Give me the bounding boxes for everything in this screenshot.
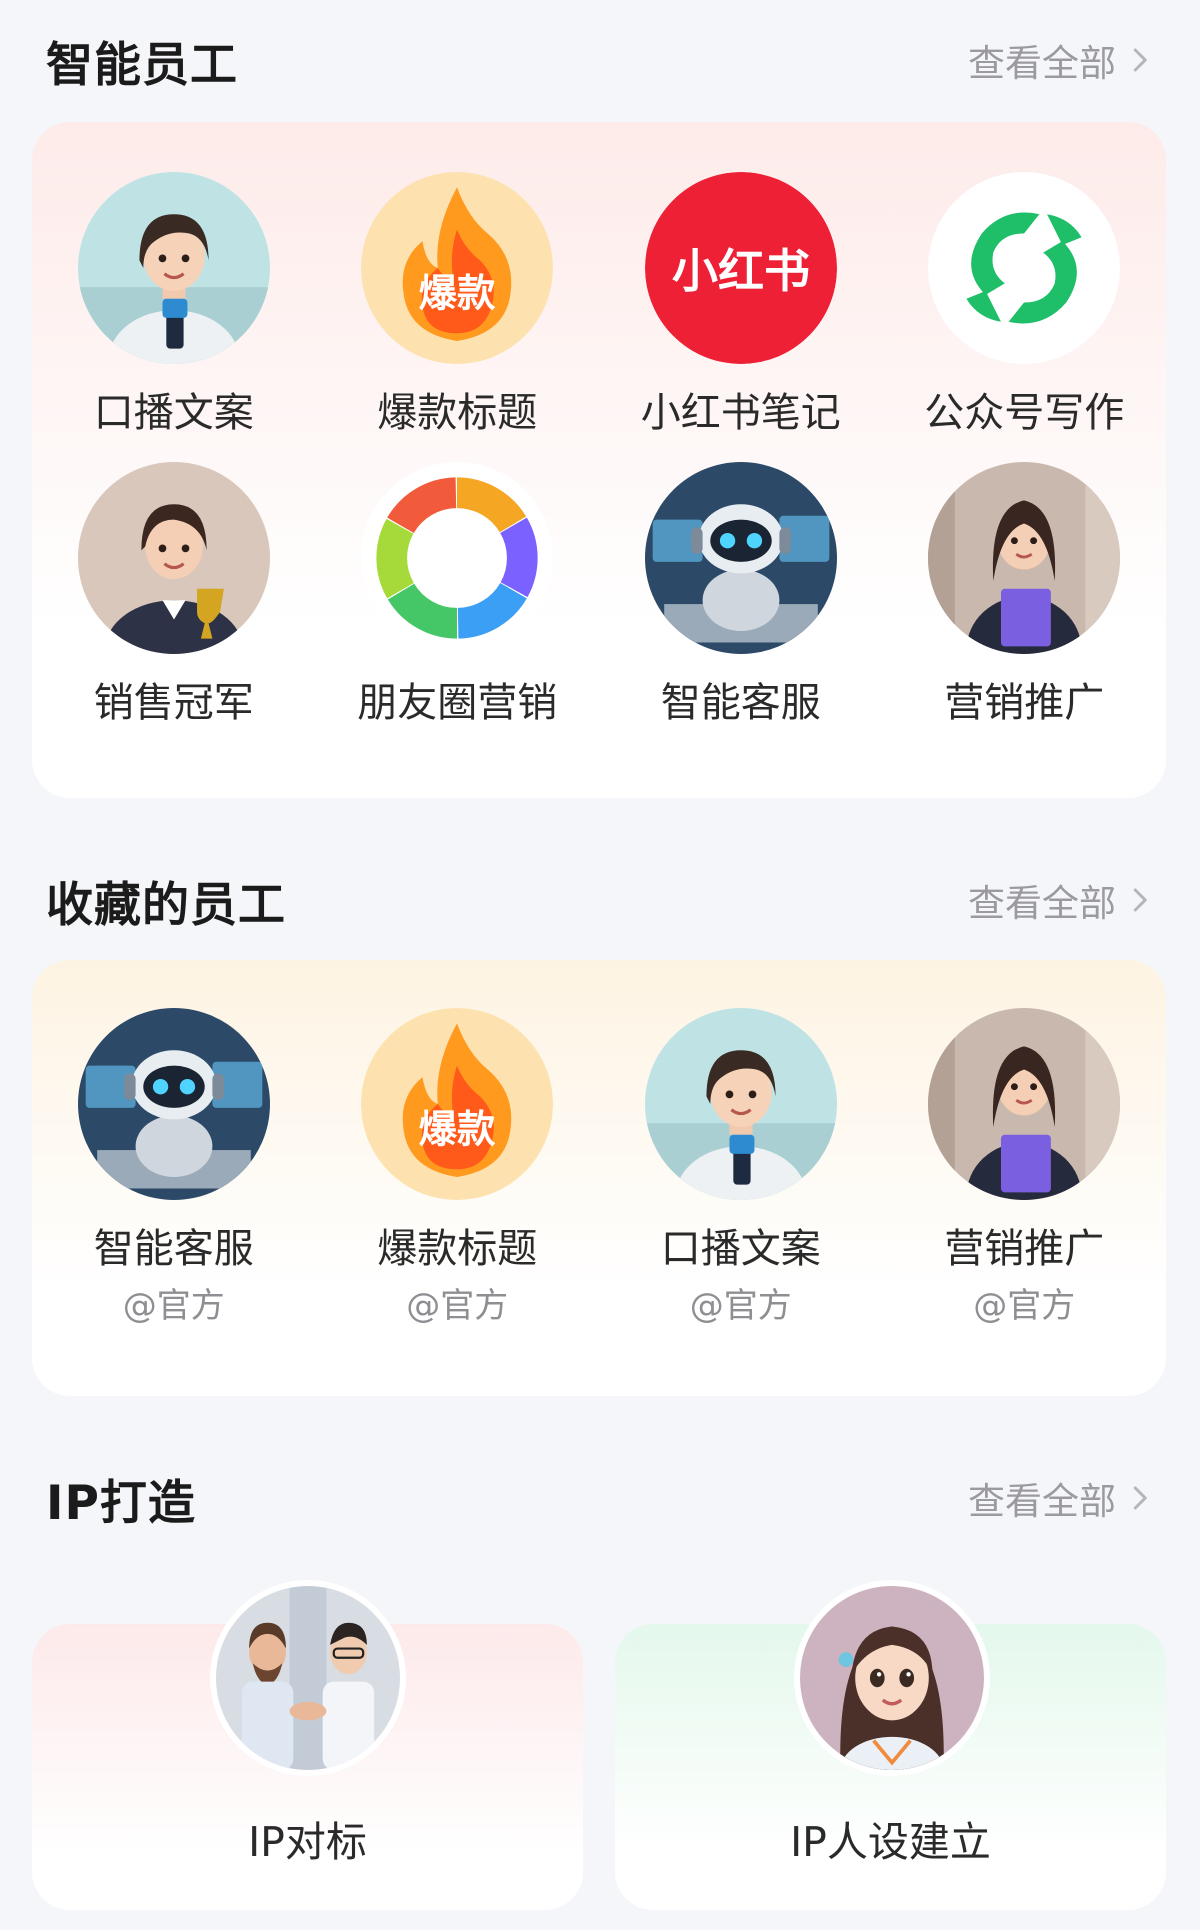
ip-label-benchmark: IP对标 [248,1818,367,1866]
tile-label: 智能客服 [93,1226,254,1272]
fire-badge-icon: 爆款 [361,1008,554,1200]
section-header-ip: IP打造 查看全部 [46,1466,1154,1531]
tile-label: 朋友圈营销 [357,680,558,726]
employee-tile-wechat-writing[interactable]: 公众号写作 [883,172,1167,438]
tile-label: 爆款标题 [377,390,538,436]
employees-grid-row-2: 销售冠军 朋友圈营销 智能客服 营销推广 [32,462,1166,728]
ip-label-persona: IP人设建立 [790,1818,991,1866]
employees-card: 口播文案 爆款 爆款标题 小红书 小红书笔记 公众号写作 销售冠军 朋友圈营销 … [32,122,1166,798]
favorite-tile-smart-support[interactable]: 智能客服 @官方 [32,1008,316,1327]
section-header-favorites: 收藏的员工 查看全部 [46,868,1154,933]
favorite-tile-marketing-promo[interactable]: 营销推广 @官方 [883,1008,1167,1327]
employee-tile-sales-champion[interactable]: 销售冠军 [32,462,316,728]
employee-tile-xiaohongshu[interactable]: 小红书 小红书笔记 [599,172,883,438]
view-all-label: 查看全部 [968,42,1116,85]
tile-label: 小红书笔记 [640,390,841,436]
fire-badge-text: 爆款 [419,271,496,316]
wechat-official-account-logo [928,172,1121,364]
tile-label: 营销推广 [944,1226,1105,1272]
robot-avatar [644,462,837,654]
tile-label: 口播文案 [660,1226,821,1272]
view-all-favorites-link[interactable]: 查看全部 [968,873,1154,927]
employees-grid-row-1: 口播文案 爆款 爆款标题 小红书 小红书笔记 公众号写作 [32,172,1166,438]
handshake-avatar [210,1580,406,1776]
view-all-label: 查看全部 [968,882,1116,925]
chevron-right-icon [1133,48,1147,72]
robot-avatar [77,1008,270,1200]
tile-label: 公众号写作 [924,390,1125,436]
employee-tile-smart-support[interactable]: 智能客服 [599,462,883,728]
chevron-right-icon [1133,1486,1147,1510]
moments-ring-icon [361,462,554,654]
view-all-ip-link[interactable]: 查看全部 [968,1471,1154,1525]
broadcaster-avatar [77,172,270,364]
favorites-card: 智能客服 @官方 爆款 爆款标题 @官方 口播文案 @官方 营销推广 @官方 [32,960,1166,1396]
fire-badge-text: 爆款 [419,1107,496,1152]
tile-owner: @官方 [122,1286,225,1326]
sales-champion-avatar [77,462,270,654]
marketer-avatar [928,1008,1121,1200]
favorite-tile-broadcast-copy[interactable]: 口播文案 @官方 [599,1008,883,1327]
section-title-employees: 智能员工 [46,37,238,93]
tile-owner: @官方 [406,1286,509,1326]
employee-tile-hot-title[interactable]: 爆款 爆款标题 [316,172,600,438]
fire-badge-icon: 爆款 [361,172,554,364]
view-all-label: 查看全部 [968,1480,1116,1523]
section-title-ip: IP打造 [46,1475,196,1531]
employee-tile-marketing-promo[interactable]: 营销推广 [883,462,1167,728]
broadcaster-avatar [644,1008,837,1200]
tile-label: 智能客服 [660,680,821,726]
view-all-employees-link[interactable]: 查看全部 [968,33,1154,87]
tile-owner: @官方 [689,1286,792,1326]
tile-label: 爆款标题 [377,1226,538,1272]
girl-persona-avatar [794,1580,990,1776]
favorite-tile-hot-title[interactable]: 爆款 爆款标题 @官方 [316,1008,600,1327]
tile-owner: @官方 [973,1286,1076,1326]
marketer-avatar [928,462,1121,654]
section-header-employees: 智能员工 查看全部 [46,28,1154,93]
employee-tile-broadcast-copy[interactable]: 口播文案 [32,172,316,438]
tile-label: 销售冠军 [93,680,254,726]
section-title-favorites: 收藏的员工 [46,877,286,933]
tile-label: 营销推广 [944,680,1105,726]
xiaohongshu-logo: 小红书 [644,172,837,364]
favorites-grid: 智能客服 @官方 爆款 爆款标题 @官方 口播文案 @官方 营销推广 @官方 [32,1008,1166,1327]
chevron-right-icon [1133,888,1147,912]
xiaohongshu-logo-text: 小红书 [672,244,810,298]
employee-tile-moments-marketing[interactable]: 朋友圈营销 [316,462,600,728]
tile-label: 口播文案 [93,390,254,436]
